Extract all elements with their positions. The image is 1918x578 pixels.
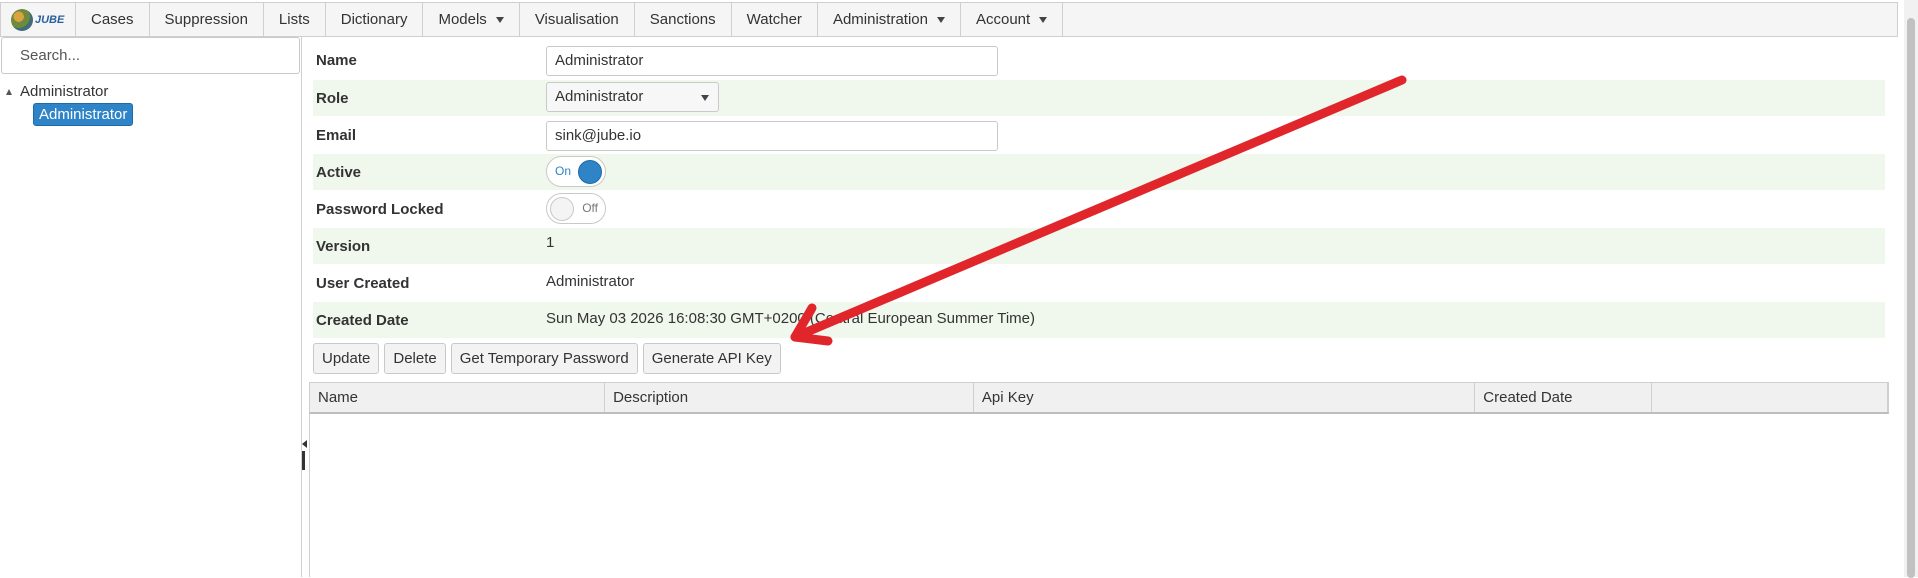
- collapse-left-icon[interactable]: [302, 440, 307, 448]
- row-active: Active On: [313, 154, 1885, 190]
- nav-suppression[interactable]: Suppression: [150, 3, 264, 36]
- update-button[interactable]: Update: [313, 343, 380, 374]
- created-date-label: Created Date: [316, 312, 409, 329]
- get-temporary-password-button[interactable]: Get Temporary Password: [450, 343, 638, 374]
- search-input[interactable]: [1, 37, 300, 74]
- tree-node-parent-label: Administrator: [20, 83, 109, 100]
- chevron-down-icon: [701, 95, 709, 101]
- name-field[interactable]: Administrator: [546, 46, 998, 76]
- nav-watcher[interactable]: Watcher: [732, 3, 818, 36]
- row-role: Role Administrator: [313, 80, 1885, 116]
- nav-models[interactable]: Models: [423, 3, 520, 36]
- generate-api-key-button[interactable]: Generate API Key: [642, 343, 781, 374]
- chevron-down-icon: [936, 16, 945, 23]
- grid-header-description[interactable]: Description: [605, 383, 974, 412]
- active-toggle-label: On: [555, 164, 572, 178]
- row-password-locked: Password Locked Off: [313, 191, 1885, 227]
- email-field[interactable]: sink@jube.io: [546, 121, 998, 151]
- grid-header-created-date[interactable]: Created Date: [1475, 383, 1652, 412]
- nav-models-label: Models: [438, 11, 487, 28]
- role-label: Role: [316, 90, 349, 107]
- user-created-value: Administrator: [546, 273, 635, 290]
- created-date-value: Sun May 03 2026 16:08:30 GMT+0200 (Centr…: [546, 310, 1036, 327]
- user-created-label: User Created: [316, 275, 410, 292]
- version-label: Version: [316, 238, 371, 255]
- version-value: 1: [546, 234, 555, 251]
- scrollbar-thumb[interactable]: [1907, 18, 1915, 578]
- row-name: Name Administrator: [313, 42, 1885, 78]
- chevron-down-icon: [495, 16, 504, 23]
- row-user-created: User Created Administrator: [313, 265, 1885, 301]
- active-label: Active: [316, 164, 362, 181]
- nav-cases[interactable]: Cases: [76, 3, 150, 36]
- nav-sanctions-label: Sanctions: [649, 11, 716, 28]
- password-locked-toggle[interactable]: Off: [546, 193, 606, 224]
- grid-header-extra: [1652, 383, 1888, 412]
- email-label: Email: [316, 127, 357, 144]
- grid-header-name[interactable]: Name: [310, 383, 606, 412]
- row-version: Version 1: [313, 228, 1885, 264]
- nav-cases-label: Cases: [91, 11, 134, 28]
- nav-watcher-label: Watcher: [746, 11, 802, 28]
- password-locked-toggle-label: Off: [582, 201, 598, 215]
- password-locked-label: Password Locked: [316, 201, 444, 218]
- nav-lists[interactable]: Lists: [264, 3, 326, 36]
- page-scrollbar[interactable]: [1904, 0, 1918, 578]
- nav-suppression-label: Suppression: [164, 11, 248, 28]
- tree-node-selected[interactable]: Administrator: [33, 103, 134, 126]
- nav-dictionary-label: Dictionary: [340, 11, 408, 28]
- active-toggle[interactable]: On: [546, 156, 606, 187]
- row-created-date: Created Date Sun May 03 2026 16:08:30 GM…: [313, 302, 1885, 338]
- nav-visualisation[interactable]: Visualisation: [520, 3, 635, 36]
- splitter-bar[interactable]: [302, 451, 305, 470]
- chevron-down-icon: [1039, 16, 1048, 23]
- nav-administration-label: Administration: [832, 11, 928, 28]
- action-bar: Update Delete Get Temporary Password Gen…: [313, 343, 781, 374]
- name-label: Name: [316, 52, 357, 69]
- toggle-knob: [550, 197, 574, 221]
- nav-account-label: Account: [975, 11, 1031, 28]
- top-nav: JUBE Cases Suppression Lists Dictionary …: [0, 2, 1898, 37]
- delete-button[interactable]: Delete: [384, 343, 446, 374]
- logo-text: JUBE: [35, 13, 65, 26]
- toggle-knob: [578, 160, 602, 184]
- jube-logo-icon: [11, 8, 33, 31]
- role-select[interactable]: Administrator: [546, 82, 719, 112]
- nav-account[interactable]: Account: [961, 3, 1064, 36]
- nav-sanctions[interactable]: Sanctions: [635, 3, 732, 36]
- splitter-handle[interactable]: [301, 440, 307, 470]
- nav-visualisation-label: Visualisation: [534, 11, 619, 28]
- api-key-grid-body: [309, 414, 1889, 577]
- nav-dictionary[interactable]: Dictionary: [326, 3, 424, 36]
- grid-header-api-key[interactable]: Api Key: [974, 383, 1476, 412]
- sidebar: Administrator Administrator: [0, 37, 302, 577]
- api-key-grid-header: Name Description Api Key Created Date: [309, 382, 1889, 414]
- expand-triangle-icon[interactable]: [6, 88, 12, 95]
- role-select-value: Administrator: [555, 88, 644, 105]
- nav-lists-label: Lists: [278, 11, 310, 28]
- row-email: Email sink@jube.io: [313, 117, 1885, 153]
- nav-administration[interactable]: Administration: [818, 3, 961, 36]
- jube-logo[interactable]: JUBE: [1, 3, 76, 36]
- tree-node-parent[interactable]: Administrator: [6, 83, 108, 100]
